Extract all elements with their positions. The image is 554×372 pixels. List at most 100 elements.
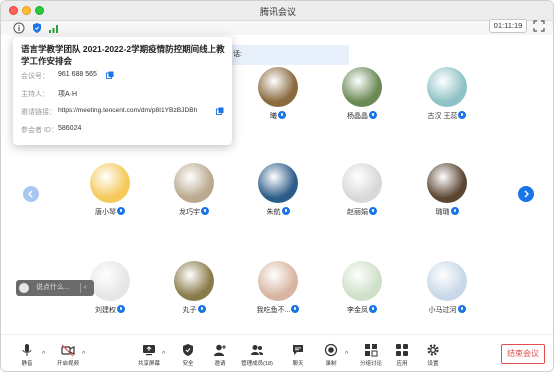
mic-muted-icon xyxy=(201,207,209,215)
mute-button[interactable]: 静音 xyxy=(9,343,45,371)
participant-name: 我吃鱼不... xyxy=(238,305,318,315)
participant-name-text: 唐小琴 xyxy=(95,209,116,216)
security-label: 安全 xyxy=(182,361,194,367)
participant-name-text: 璐璐 xyxy=(435,209,450,216)
manage-members-label: 管理成员(18) xyxy=(241,361,273,367)
add-person-icon xyxy=(214,344,226,356)
next-page-button[interactable] xyxy=(518,186,534,202)
participant-avatar xyxy=(174,163,214,203)
participant-name: 璐璐 xyxy=(407,207,487,217)
participant-id-value: 586024 xyxy=(58,125,82,132)
share-screen-icon xyxy=(143,345,155,356)
chat-bubble-icon xyxy=(293,345,303,355)
participant-name: 龙巧宇 xyxy=(154,207,234,217)
participant-tile[interactable]: 杨晶晶 xyxy=(322,67,402,137)
participant-tile[interactable]: 曦 xyxy=(238,67,318,137)
mic-muted-icon xyxy=(278,111,286,119)
start-video-button[interactable]: 开启视频 xyxy=(50,343,86,371)
participant-name: 朱航 xyxy=(238,207,318,217)
chat-button[interactable]: 聊天 xyxy=(280,343,316,371)
participant-name: 丸子 xyxy=(154,305,234,315)
apps-grid-icon xyxy=(396,344,408,356)
participant-avatar xyxy=(258,261,298,301)
meeting-toolbar: 静音 ^ 开启视频 ^ 共享屏幕 ^ 安全 邀请 管理成员(18) 聊天 录制 … xyxy=(1,334,553,371)
chat-label: 聊天 xyxy=(292,361,304,367)
participant-tile[interactable]: 朱航 xyxy=(238,163,318,233)
invite-link-label: 邀请链接： xyxy=(21,109,56,116)
participant-tile[interactable]: 古汉 王蕊 xyxy=(407,67,487,137)
window-title: 腾讯会议 xyxy=(259,7,296,17)
mic-muted-icon xyxy=(197,305,206,313)
mic-muted-icon xyxy=(117,207,125,215)
emoji-icon[interactable] xyxy=(19,283,29,293)
participant-tile[interactable]: 龙巧宇 xyxy=(154,163,234,233)
participant-avatar xyxy=(342,261,382,301)
participant-tile[interactable]: 我吃鱼不... xyxy=(238,261,318,331)
participant-avatar xyxy=(427,67,467,107)
participant-name-text: 龙巧宇 xyxy=(179,209,200,216)
start-video-label: 开启视频 xyxy=(56,361,79,367)
record-options-caret[interactable]: ^ xyxy=(345,351,348,358)
participant-name: 赵丽娟 xyxy=(322,207,402,217)
participant-tile[interactable]: 丸子 xyxy=(154,261,234,331)
meeting-window: 腾讯会议 01:11:19 话: 语言学教学团队 2021-2022-2学期疫情… xyxy=(0,0,554,372)
participant-name-text: 朱航 xyxy=(266,209,281,216)
chevron-right-icon xyxy=(524,190,529,198)
participant-tile[interactable]: 小马过河 xyxy=(407,261,487,331)
participant-tile[interactable]: 璐璐 xyxy=(407,163,487,233)
video-options-caret[interactable]: ^ xyxy=(82,351,85,358)
mic-muted-icon xyxy=(291,305,300,313)
host-value: 项A·H xyxy=(58,91,78,98)
participant-tile[interactable]: 李金凤 xyxy=(322,261,402,331)
microphone-icon xyxy=(22,344,32,356)
info-icon[interactable] xyxy=(13,22,25,34)
participant-name: 古汉 王蕊 xyxy=(407,111,487,121)
notice-banner: 话: xyxy=(230,45,349,65)
participant-avatar xyxy=(258,163,298,203)
invite-link-value[interactable]: https://meeting.tencent.com/dm/p8I1YBzBJ… xyxy=(58,107,197,114)
participant-name-text: 丸子 xyxy=(182,307,197,314)
participant-name-text: 杨晶晶 xyxy=(347,113,368,120)
participant-name-text: 赵丽娟 xyxy=(347,209,368,216)
participant-tile[interactable]: 刘建权 xyxy=(70,261,150,331)
copy-link-icon[interactable] xyxy=(216,107,224,115)
shield-icon[interactable] xyxy=(31,22,43,34)
participant-name-text: 古汉 王蕊 xyxy=(427,113,458,120)
invite-button[interactable]: 邀请 xyxy=(202,343,238,371)
participant-avatar xyxy=(174,261,214,301)
host-label: 主持人： xyxy=(21,91,49,98)
chat-divider xyxy=(80,283,81,293)
manage-members-button[interactable]: 管理成员(18) xyxy=(237,343,277,371)
fullscreen-icon[interactable] xyxy=(533,20,545,32)
participant-avatar xyxy=(90,163,130,203)
record-button[interactable]: 录制 xyxy=(313,343,349,371)
mic-muted-icon xyxy=(369,111,377,119)
participant-name-text: 我吃鱼不... xyxy=(256,307,291,314)
mic-muted-icon xyxy=(117,305,125,313)
share-options-caret[interactable]: ^ xyxy=(162,351,165,358)
record-icon xyxy=(324,343,338,357)
breakout-icon xyxy=(365,344,378,357)
signal-icon[interactable] xyxy=(48,22,60,34)
participant-name-text: 小马过河 xyxy=(428,307,457,314)
participant-name-text: 曦 xyxy=(270,113,277,120)
participant-name: 小马过河 xyxy=(407,305,487,315)
participant-avatar xyxy=(258,67,298,107)
collapse-chat-icon[interactable]: ‹ xyxy=(84,280,86,296)
mic-muted-icon xyxy=(369,305,377,313)
security-button[interactable]: 安全 xyxy=(170,343,206,371)
previous-page-button[interactable] xyxy=(23,186,39,202)
participant-tile[interactable]: 赵丽娟 xyxy=(322,163,402,233)
security-shield-icon xyxy=(183,344,193,356)
meeting-info-popup: 语言学教学团队 2021-2022-2学期疫情防控期间线上教学工作安排会 会议号… xyxy=(13,37,232,145)
members-icon xyxy=(251,345,263,355)
participant-tile[interactable]: 唐小琴 xyxy=(70,163,150,233)
settings-button[interactable]: 设置 xyxy=(415,343,451,371)
meeting-topic: 语言学教学团队 2021-2022-2学期疫情防控期间线上教学工作安排会 xyxy=(21,44,225,66)
participant-name: 李金凤 xyxy=(322,305,402,315)
copy-meeting-id-icon[interactable] xyxy=(106,71,114,79)
chat-quick-input[interactable]: 说点什么... ‹ xyxy=(16,280,94,296)
mic-muted-icon xyxy=(457,305,466,313)
end-meeting-button[interactable]: 结束会议 xyxy=(501,344,545,364)
audio-options-caret[interactable]: ^ xyxy=(42,351,45,358)
